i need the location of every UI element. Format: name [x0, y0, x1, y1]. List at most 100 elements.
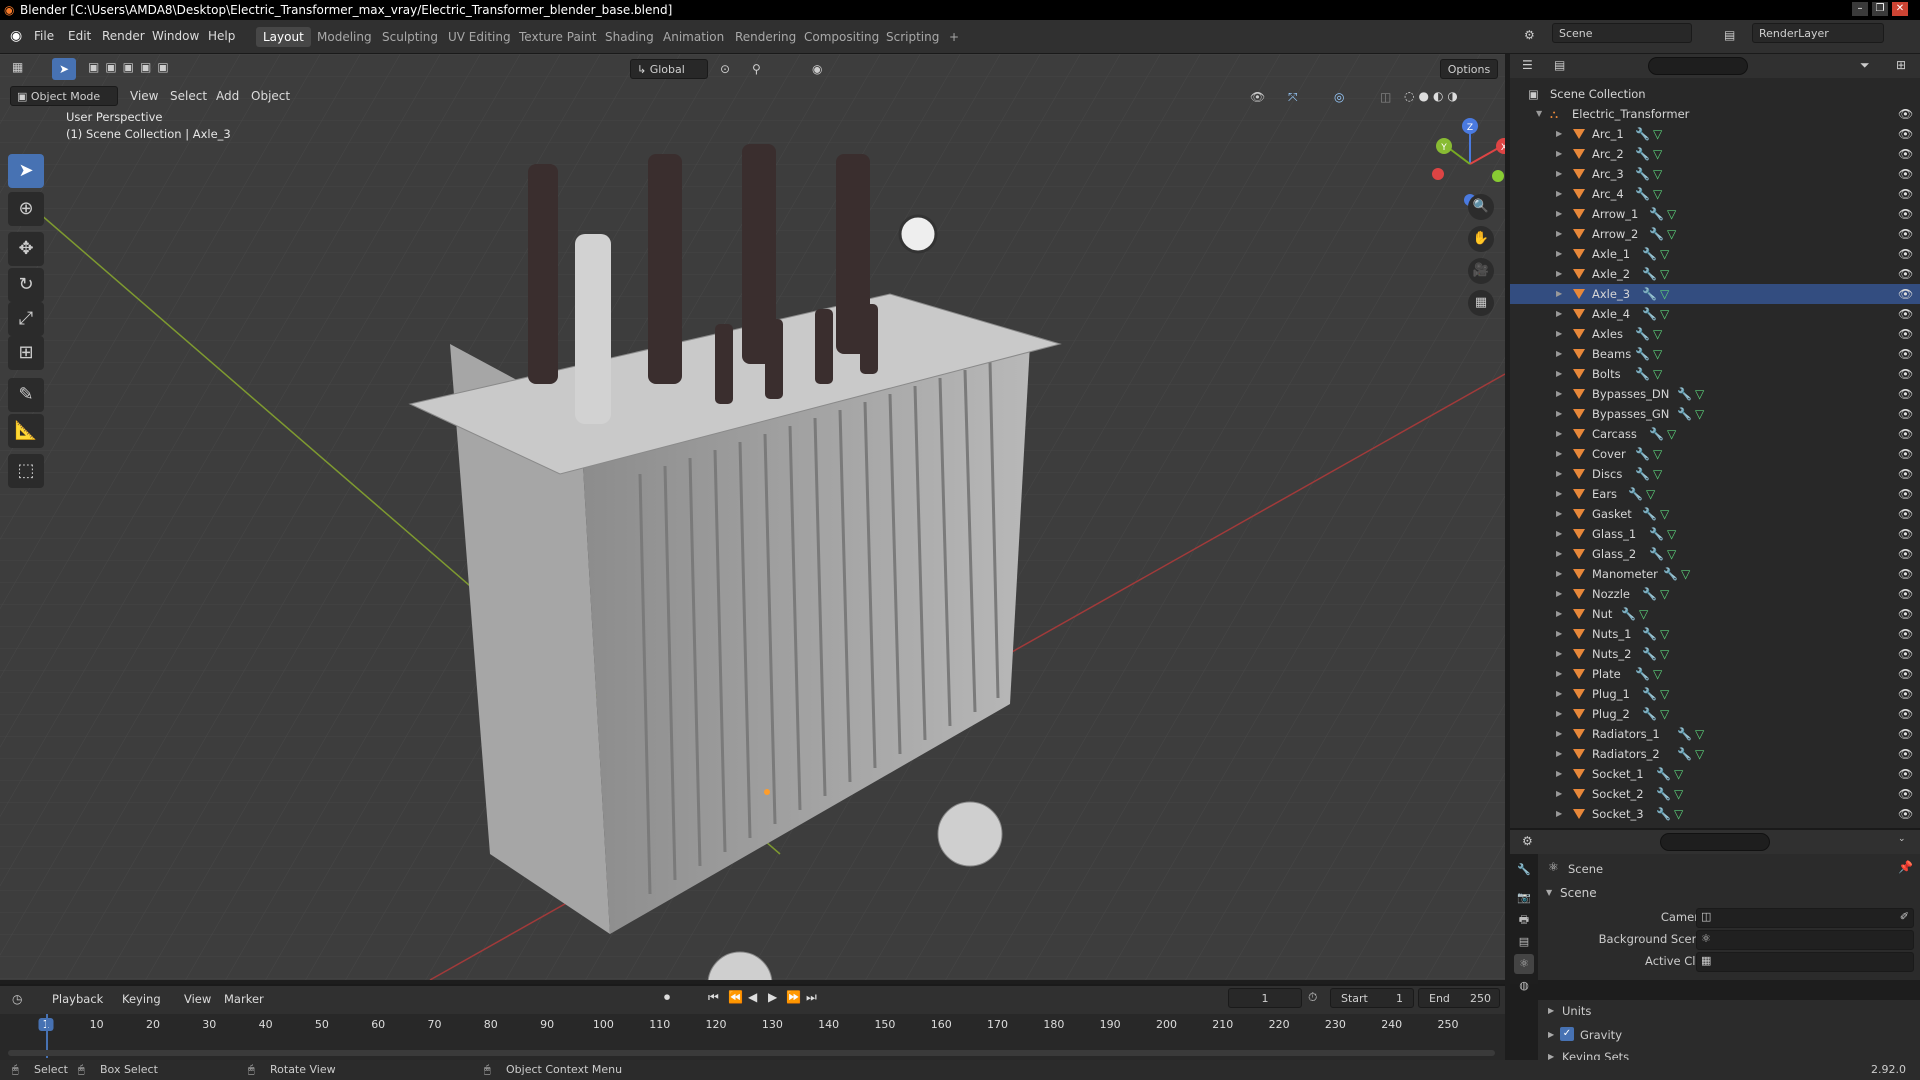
mesh-data-icon[interactable]: ▽	[1660, 684, 1669, 704]
transform-tool-icon[interactable]: ⊞	[8, 336, 44, 370]
visibility-eye-icon[interactable]: 👁	[1898, 424, 1913, 444]
tool-tab-icon[interactable]: 🔧	[1514, 860, 1534, 880]
modifier-wrench-icon[interactable]: 🔧	[1642, 684, 1657, 704]
expand-arrow-icon[interactable]: ▶	[1556, 484, 1562, 504]
expand-arrow-icon[interactable]: ▶	[1556, 744, 1562, 764]
jump-keyframe-back-icon[interactable]: ⏪	[728, 990, 743, 1004]
expand-arrow-icon[interactable]: ▶	[1556, 444, 1562, 464]
modifier-wrench-icon[interactable]: 🔧	[1642, 264, 1657, 284]
cursor-tool-icon[interactable]: ⊕	[8, 192, 44, 226]
modifier-wrench-icon[interactable]: 🔧	[1642, 644, 1657, 664]
expand-arrow-icon[interactable]: ▶	[1556, 364, 1562, 384]
expand-arrow-icon[interactable]: ▶	[1556, 284, 1562, 304]
snap-icon[interactable]: ⚲	[752, 62, 761, 76]
mesh-data-icon[interactable]: ▽	[1660, 264, 1669, 284]
visibility-eye-icon[interactable]: 👁	[1898, 744, 1913, 764]
current-frame-field[interactable]: 1	[1228, 988, 1302, 1008]
outliner-item[interactable]: ▶ Bolts 🔧 ▽ 👁	[1510, 364, 1920, 384]
mesh-data-icon[interactable]: ▽	[1660, 284, 1669, 304]
tab-layout[interactable]: Layout	[256, 27, 311, 47]
overlay-toggle-icon[interactable]: ◎	[1334, 90, 1344, 104]
mesh-data-icon[interactable]: ▽	[1674, 764, 1683, 784]
mesh-data-icon[interactable]: ▽	[1667, 224, 1676, 244]
start-frame-field[interactable]: Start 1	[1330, 988, 1414, 1008]
outliner-item[interactable]: ▶ Discs 🔧 ▽ 👁	[1510, 464, 1920, 484]
units-expand-icon[interactable]: ▶	[1548, 1006, 1554, 1015]
visibility-eye-icon[interactable]: 👁	[1898, 444, 1913, 464]
tab-rendering[interactable]: Rendering	[728, 27, 803, 47]
modifier-wrench-icon[interactable]: 🔧	[1656, 804, 1671, 824]
mesh-data-icon[interactable]: ▽	[1660, 644, 1669, 664]
mesh-data-icon[interactable]: ▽	[1653, 184, 1662, 204]
visibility-eye-icon[interactable]: 👁	[1898, 144, 1913, 164]
mesh-data-icon[interactable]: ▽	[1653, 144, 1662, 164]
modifier-wrench-icon[interactable]: 🔧	[1635, 144, 1650, 164]
visibility-eye-icon[interactable]: 👁	[1898, 484, 1913, 504]
expand-arrow-icon[interactable]: ▶	[1556, 604, 1562, 624]
close-window-button[interactable]: ✕	[1892, 2, 1908, 16]
units-section[interactable]: Units	[1562, 1004, 1591, 1018]
modifier-wrench-icon[interactable]: 🔧	[1642, 244, 1657, 264]
mesh-data-icon[interactable]: ▽	[1653, 364, 1662, 384]
expand-arrow-icon[interactable]: ▶	[1556, 204, 1562, 224]
properties-search-input[interactable]	[1660, 833, 1770, 851]
editor-type-icon[interactable]: ▦	[12, 60, 23, 74]
expand-arrow-icon[interactable]: ▶	[1556, 584, 1562, 604]
mesh-data-icon[interactable]: ▽	[1653, 344, 1662, 364]
minimize-button[interactable]: –	[1852, 2, 1868, 16]
outliner-item[interactable]: ▶ Arc_4 🔧 ▽ 👁	[1510, 184, 1920, 204]
mesh-data-icon[interactable]: ▽	[1660, 624, 1669, 644]
modifier-wrench-icon[interactable]: 🔧	[1635, 124, 1650, 144]
jump-keyframe-forward-icon[interactable]: ⏩	[786, 990, 801, 1004]
mesh-data-icon[interactable]: ▽	[1660, 244, 1669, 264]
expand-arrow-icon[interactable]: ▶	[1556, 764, 1562, 784]
zoom-icon[interactable]: 🔍	[1468, 194, 1494, 220]
modifier-wrench-icon[interactable]: 🔧	[1635, 164, 1650, 184]
annotate-tool-icon[interactable]: ✎	[8, 378, 44, 412]
outliner-item[interactable]: ▶ Arc_2 🔧 ▽ 👁	[1510, 144, 1920, 164]
timeline-menu-view[interactable]: View	[184, 992, 211, 1006]
tab-sculpting[interactable]: Sculpting	[375, 27, 445, 47]
mesh-data-icon[interactable]: ▽	[1653, 664, 1662, 684]
viewport-menu-add[interactable]: Add	[216, 89, 239, 103]
move-tool-icon[interactable]: ✥	[8, 232, 44, 266]
gravity-checkbox[interactable]: ✓	[1560, 1027, 1574, 1041]
expand-arrow-icon[interactable]: ▶	[1556, 344, 1562, 364]
scene-selector[interactable]: Scene	[1552, 23, 1692, 43]
visibility-eye-icon[interactable]: 👁	[1898, 184, 1913, 204]
object-mode-dropdown[interactable]: ▣ Object Mode	[10, 86, 118, 106]
mesh-data-icon[interactable]: ▽	[1660, 584, 1669, 604]
play-icon[interactable]: ▶	[768, 990, 777, 1004]
modifier-wrench-icon[interactable]: 🔧	[1628, 484, 1643, 504]
visibility-eye-icon[interactable]: 👁	[1898, 804, 1913, 824]
xray-icon[interactable]: ◫	[1380, 90, 1391, 104]
visibility-eye-icon[interactable]: 👁	[1898, 504, 1913, 524]
outliner-item[interactable]: ▶ Socket_2 🔧 ▽ 👁	[1510, 784, 1920, 804]
expand-arrow-icon[interactable]: ▶	[1556, 244, 1562, 264]
world-tab-icon[interactable]: ◍	[1514, 976, 1534, 996]
outliner-item[interactable]: ▶ Nut 🔧 ▽ 👁	[1510, 604, 1920, 624]
timeline-menu-keying[interactable]: Keying	[122, 992, 161, 1006]
select-box-tool-icon[interactable]: ➤	[8, 154, 44, 188]
visibility-eye-icon[interactable]: 👁	[1898, 644, 1913, 664]
expand-arrow-icon[interactable]: ▶	[1556, 324, 1562, 344]
tab-compositing[interactable]: Compositing	[797, 27, 886, 47]
mesh-data-icon[interactable]: ▽	[1667, 204, 1676, 224]
collection-row[interactable]: ▼ ⛬ Electric_Transformer 👁	[1510, 104, 1920, 124]
outliner-item[interactable]: ▶ Glass_2 🔧 ▽ 👁	[1510, 544, 1920, 564]
modifier-wrench-icon[interactable]: 🔧	[1635, 444, 1650, 464]
outliner-item[interactable]: ▶ Plug_1 🔧 ▽ 👁	[1510, 684, 1920, 704]
visibility-eye-icon[interactable]: 👁	[1898, 304, 1913, 324]
visibility-icon[interactable]: 👁	[1250, 90, 1265, 104]
outliner-item[interactable]: ▶ Cover 🔧 ▽ 👁	[1510, 444, 1920, 464]
renderlayer-selector[interactable]: RenderLayer	[1752, 23, 1884, 43]
blender-menu-icon[interactable]: ◉	[10, 28, 22, 44]
tab-uv-editing[interactable]: UV Editing	[441, 27, 518, 47]
mesh-data-icon[interactable]: ▽	[1653, 444, 1662, 464]
visibility-eye-icon[interactable]: 👁	[1898, 104, 1913, 124]
orthographic-grid-icon[interactable]: ▦	[1468, 290, 1494, 316]
outliner-editor-icon[interactable]: ☰	[1522, 58, 1533, 72]
gravity-expand-icon[interactable]: ▶	[1548, 1030, 1554, 1039]
timeline-menu-marker[interactable]: Marker	[224, 992, 264, 1006]
outliner-item[interactable]: ▶ Socket_1 🔧 ▽ 👁	[1510, 764, 1920, 784]
